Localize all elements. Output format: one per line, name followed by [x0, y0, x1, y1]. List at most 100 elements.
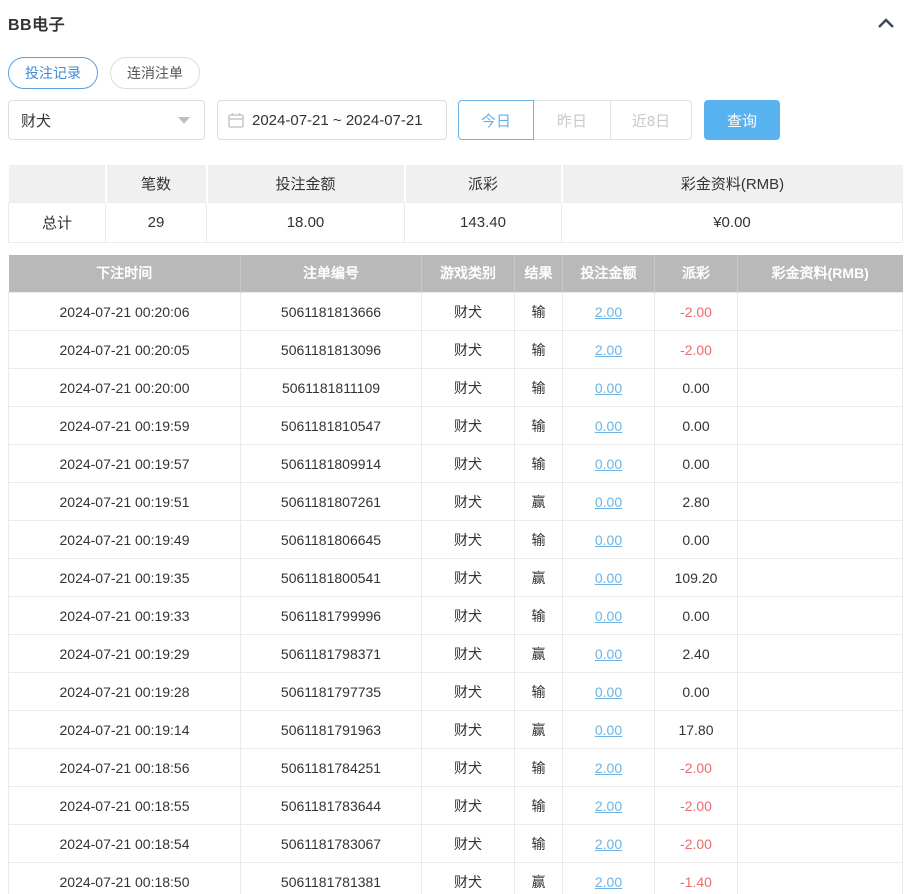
bet-amount-link[interactable]: 0.00 [595, 532, 622, 548]
game-select[interactable]: 财犬 [8, 100, 205, 140]
order-no-cell: 5061181813096 [240, 330, 422, 369]
tab-cancelled-orders[interactable]: 连消注单 [110, 57, 200, 89]
yesterday-button[interactable]: 昨日 [533, 100, 611, 140]
bet-amount-cell: 2.00 [562, 748, 655, 787]
bonus-cell [737, 482, 903, 521]
bet-amount-link[interactable]: 0.00 [595, 608, 622, 624]
bonus-cell [737, 748, 903, 787]
payout-cell: 0.00 [654, 672, 738, 711]
summary-total-count: 29 [105, 201, 207, 243]
table-row: 2024-07-21 00:18:55 5061181783644 财犬 输 2… [8, 786, 903, 825]
result-cell: 输 [514, 444, 563, 483]
table-row: 2024-07-21 00:19:57 5061181809914 财犬 输 0… [8, 444, 903, 483]
table-row: 2024-07-21 00:19:33 5061181799996 财犬 输 0… [8, 596, 903, 635]
order-no-cell: 5061181810547 [240, 406, 422, 445]
summary-total-bet-amount: 18.00 [206, 201, 405, 243]
tab-betting-records[interactable]: 投注记录 [8, 57, 98, 89]
filter-bar: 财犬 2024-07-21 ~ 2024-07-21 今日 昨日 近8日 查询 [8, 100, 903, 140]
bet-amount-link[interactable]: 0.00 [595, 570, 622, 586]
bet-amount-cell: 0.00 [562, 482, 655, 521]
bet-amount-link[interactable]: 2.00 [595, 836, 622, 852]
game-type-cell: 财犬 [421, 862, 515, 894]
chevron-up-icon [877, 17, 895, 29]
payout-cell: -2.00 [654, 330, 738, 369]
game-type-cell: 财犬 [421, 824, 515, 863]
result-cell: 输 [514, 596, 563, 635]
payout-cell: 0.00 [654, 596, 738, 635]
bet-time-cell: 2024-07-21 00:19:51 [8, 482, 241, 521]
bet-amount-link[interactable]: 2.00 [595, 760, 622, 776]
game-select-value: 财犬 [21, 112, 52, 130]
betting-records-panel: BB电子 投注记录 连消注单 财犬 2024-07-21 ~ 2024-07-2… [0, 0, 911, 894]
bonus-cell [737, 862, 903, 894]
records-header-row: 下注时间 注单编号 游戏类别 结果 投注金额 派彩 彩金资料(RMB) [8, 254, 903, 293]
bet-amount-link[interactable]: 0.00 [595, 494, 622, 510]
calendar-icon [228, 112, 244, 128]
order-no-cell: 5061181813666 [240, 292, 422, 331]
query-button[interactable]: 查询 [704, 100, 780, 140]
bet-amount-link[interactable]: 0.00 [595, 456, 622, 472]
bet-amount-cell: 2.00 [562, 786, 655, 825]
summary-total-row: 总计 29 18.00 143.40 ¥0.00 [8, 201, 903, 243]
result-cell: 输 [514, 368, 563, 407]
payout-cell: -2.00 [654, 748, 738, 787]
game-type-cell: 财犬 [421, 330, 515, 369]
game-type-cell: 财犬 [421, 368, 515, 407]
result-cell: 赢 [514, 482, 563, 521]
game-type-cell: 财犬 [421, 482, 515, 521]
order-no-cell: 5061181800541 [240, 558, 422, 597]
bet-time-cell: 2024-07-21 00:20:06 [8, 292, 241, 331]
bet-amount-link[interactable]: 0.00 [595, 418, 622, 434]
bet-time-cell: 2024-07-21 00:18:56 [8, 748, 241, 787]
bet-amount-link[interactable]: 2.00 [595, 798, 622, 814]
bet-amount-link[interactable]: 0.00 [595, 646, 622, 662]
game-type-cell: 财犬 [421, 520, 515, 559]
result-cell: 输 [514, 330, 563, 369]
order-no-cell: 5061181806645 [240, 520, 422, 559]
order-no-cell: 5061181797735 [240, 672, 422, 711]
summary-header-row: 笔数 投注金额 派彩 彩金资料(RMB) [8, 165, 903, 202]
table-row: 2024-07-21 00:20:05 5061181813096 财犬 输 2… [8, 330, 903, 369]
bet-amount-link[interactable]: 0.00 [595, 722, 622, 738]
result-cell: 赢 [514, 862, 563, 894]
summary-header-empty [8, 165, 107, 202]
payout-cell: -2.00 [654, 824, 738, 863]
result-cell: 输 [514, 406, 563, 445]
records-table: 下注时间 注单编号 游戏类别 结果 投注金额 派彩 彩金资料(RMB) 2024… [8, 254, 903, 894]
payout-cell: 0.00 [654, 520, 738, 559]
col-header-order-no: 注单编号 [240, 254, 422, 293]
date-range-input[interactable]: 2024-07-21 ~ 2024-07-21 [217, 100, 447, 140]
bet-amount-link[interactable]: 2.00 [595, 342, 622, 358]
game-type-cell: 财犬 [421, 558, 515, 597]
last-8-days-button[interactable]: 近8日 [610, 100, 692, 140]
payout-cell: 2.80 [654, 482, 738, 521]
table-row: 2024-07-21 00:19:51 5061181807261 财犬 赢 0… [8, 482, 903, 521]
order-no-cell: 5061181783067 [240, 824, 422, 863]
bet-amount-cell: 0.00 [562, 672, 655, 711]
table-row: 2024-07-21 00:19:35 5061181800541 财犬 赢 0… [8, 558, 903, 597]
result-cell: 输 [514, 520, 563, 559]
collapse-panel-button[interactable] [875, 14, 897, 32]
col-header-bonus: 彩金资料(RMB) [737, 254, 903, 293]
bet-amount-cell: 0.00 [562, 368, 655, 407]
bet-time-cell: 2024-07-21 00:18:54 [8, 824, 241, 863]
game-type-cell: 财犬 [421, 748, 515, 787]
caret-down-icon [178, 116, 190, 124]
bet-amount-link[interactable]: 2.00 [595, 874, 622, 890]
summary-header-bet-amount: 投注金额 [206, 165, 406, 202]
game-type-cell: 财犬 [421, 596, 515, 635]
bet-amount-link[interactable]: 0.00 [595, 380, 622, 396]
bet-amount-cell: 0.00 [562, 558, 655, 597]
game-type-cell: 财犬 [421, 786, 515, 825]
payout-cell: 0.00 [654, 444, 738, 483]
bet-amount-cell: 2.00 [562, 824, 655, 863]
result-cell: 输 [514, 748, 563, 787]
bet-amount-link[interactable]: 2.00 [595, 304, 622, 320]
bet-time-cell: 2024-07-21 00:19:28 [8, 672, 241, 711]
bet-amount-link[interactable]: 0.00 [595, 684, 622, 700]
today-button[interactable]: 今日 [458, 100, 534, 140]
order-no-cell: 5061181807261 [240, 482, 422, 521]
payout-cell: -2.00 [654, 786, 738, 825]
game-type-cell: 财犬 [421, 406, 515, 445]
game-type-cell: 财犬 [421, 672, 515, 711]
